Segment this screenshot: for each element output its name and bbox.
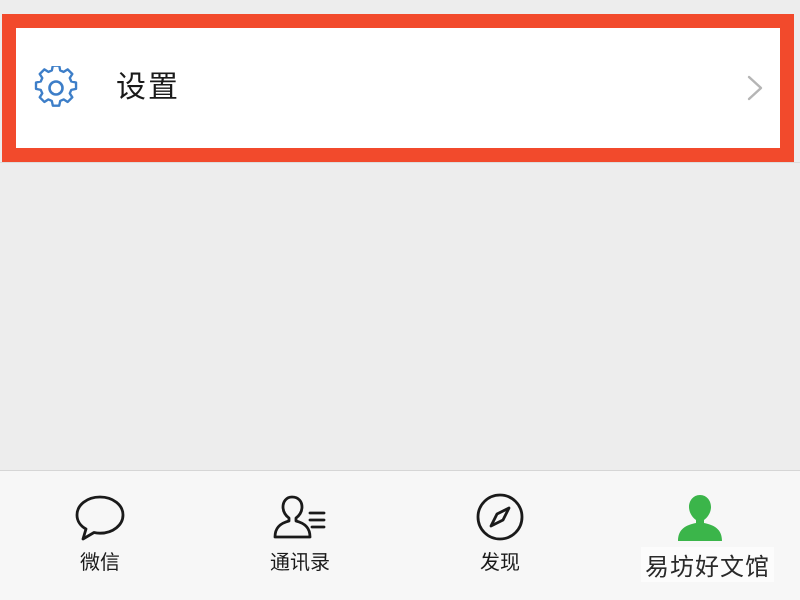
tab-discover[interactable]: 发现 bbox=[440, 489, 560, 589]
settings-row[interactable]: 设置 bbox=[16, 30, 776, 145]
chat-bubble-icon bbox=[75, 495, 125, 541]
top-strip bbox=[0, 0, 800, 14]
tab-chats-label: 微信 bbox=[80, 550, 120, 574]
watermark-text: 易坊好文馆 bbox=[641, 547, 774, 582]
settings-label: 设置 bbox=[116, 70, 180, 105]
app-screen: 设置 微信 通讯录 发现 易坊好文馆 bbox=[0, 0, 800, 600]
section-divider bbox=[0, 162, 800, 163]
tab-discover-label: 发现 bbox=[480, 550, 520, 574]
profile-person-icon bbox=[678, 495, 722, 541]
compass-icon bbox=[476, 493, 524, 541]
tab-contacts-label: 通讯录 bbox=[270, 550, 330, 574]
gear-icon bbox=[34, 66, 78, 107]
contacts-icon bbox=[273, 495, 326, 539]
tab-chats[interactable]: 微信 bbox=[40, 489, 160, 589]
chevron-right-icon bbox=[747, 75, 763, 101]
tab-contacts[interactable]: 通讯录 bbox=[240, 489, 360, 589]
